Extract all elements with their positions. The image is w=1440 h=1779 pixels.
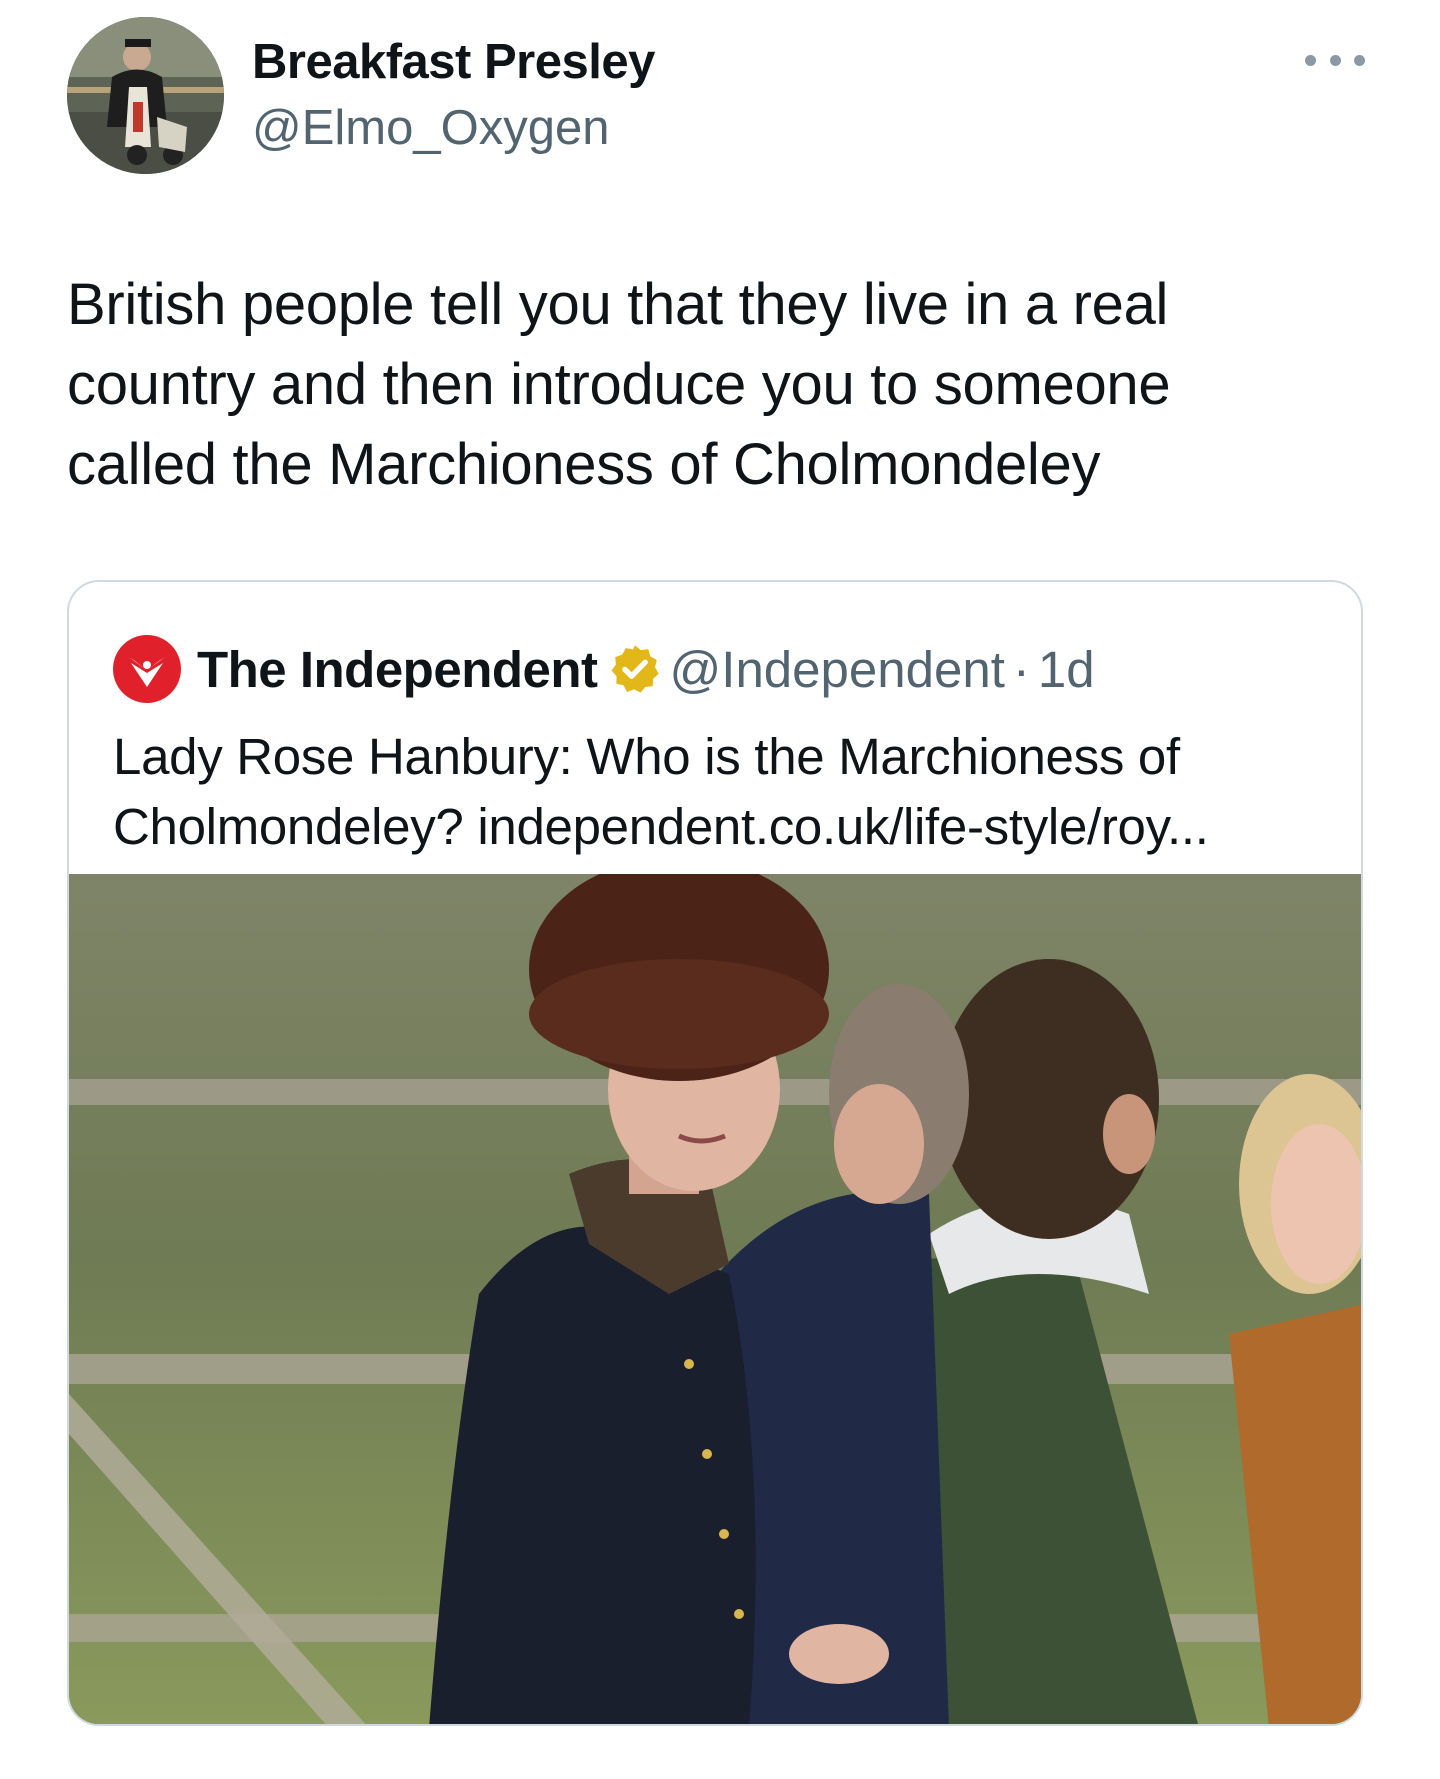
author-handle[interactable]: @Elmo_Oxygen [252, 100, 610, 156]
quoted-timestamp[interactable]: 1d [1038, 640, 1095, 699]
quoted-author-name[interactable]: The Independent [197, 640, 598, 699]
quoted-tweet-card[interactable]: The Independent @Independent · 1d Lady R… [67, 580, 1363, 1726]
quoted-tweet-header: The Independent @Independent · 1d [113, 634, 1095, 704]
separator-dot: · [1012, 640, 1030, 698]
gold-verified-badge-icon [611, 645, 659, 693]
tweet-text: British people tell you that they live i… [67, 272, 1171, 497]
quoted-tweet-text: Lady Rose Hanbury: Who is the Marchiones… [113, 728, 1209, 855]
quoted-tweet-photo[interactable] [69, 874, 1361, 1724]
ellipsis-dot [1305, 54, 1316, 66]
photo-woman-fur-hat-icon [69, 874, 1361, 1724]
scooter-rider-avatar-icon [67, 17, 224, 174]
ellipsis-dot [1354, 54, 1365, 66]
quoted-author-handle[interactable]: @Independent [670, 640, 1005, 699]
author-avatar[interactable] [67, 17, 224, 174]
author-display-name[interactable]: Breakfast Presley [252, 34, 655, 90]
ellipsis-icon[interactable] [1305, 40, 1365, 80]
ellipsis-dot [1329, 54, 1341, 66]
independent-eagle-logo-icon[interactable] [113, 635, 181, 703]
